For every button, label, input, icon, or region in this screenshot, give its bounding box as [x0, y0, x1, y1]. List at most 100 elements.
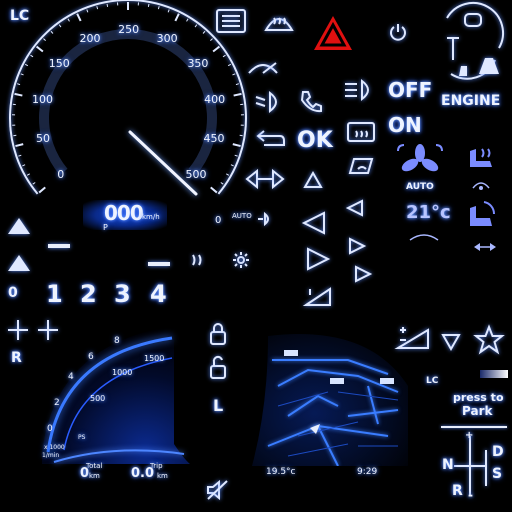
minor-tick — [106, 3, 109, 7]
sun-icon[interactable] — [232, 251, 250, 269]
speed-unit: km/h — [142, 213, 160, 221]
tach-tick-0: 0 — [47, 424, 53, 434]
mute-icon[interactable] — [205, 478, 231, 502]
speed-tick-label: 450 — [203, 132, 225, 146]
speed-tick-label: 250 — [118, 23, 140, 36]
minor-tick — [220, 182, 224, 185]
tach-tick-2: 2 — [54, 398, 60, 408]
light-auto-icon[interactable] — [256, 211, 272, 227]
major-tick — [14, 92, 23, 97]
speed-zero-label: 0 — [215, 215, 222, 226]
adjust-plus-minus-icon[interactable] — [394, 326, 430, 350]
shift-d[interactable]: D — [492, 444, 504, 460]
arrow-right-outline-icon[interactable] — [304, 246, 332, 272]
arrow-right-small-2-icon[interactable] — [352, 264, 374, 284]
fan-icon[interactable] — [394, 143, 446, 179]
drive-mode-icon[interactable] — [437, 1, 507, 83]
shift-r[interactable]: R — [452, 483, 463, 499]
minor-tick — [194, 24, 198, 28]
rear-defrost-icon[interactable] — [345, 120, 377, 144]
left-right-arrows-icon[interactable] — [245, 168, 285, 190]
headlight-high-icon[interactable] — [342, 78, 376, 102]
minor-tick — [30, 54, 34, 58]
gear-0[interactable]: 0 — [8, 285, 18, 301]
airflow-icon[interactable] — [472, 240, 498, 254]
minor-tick — [26, 173, 30, 176]
minor-tick — [50, 30, 54, 34]
incline-icon[interactable] — [302, 285, 332, 307]
lock-closed-icon[interactable] — [208, 322, 228, 346]
power-icon[interactable] — [388, 22, 408, 42]
plus-icon-1[interactable] — [6, 318, 30, 342]
menu-list-icon[interactable] — [215, 8, 247, 34]
seat-ventilation-icon[interactable] — [462, 200, 498, 230]
speed-tick-1500: 1500 — [144, 354, 165, 363]
status-off: OFF — [388, 78, 433, 102]
major-tick — [232, 143, 241, 148]
total-value: 0 — [80, 466, 90, 481]
park-lc-label: LC — [426, 376, 439, 386]
speed-tick-label: 100 — [32, 92, 54, 106]
major-tick — [233, 92, 242, 97]
speed-tick-label: 400 — [204, 92, 226, 106]
major-tick — [15, 143, 24, 148]
shift-s[interactable]: S — [492, 466, 502, 482]
ok-button[interactable]: OK — [297, 128, 333, 153]
seat-heat-icon[interactable] — [462, 145, 498, 171]
status-on: ON — [388, 113, 422, 137]
front-defrost-icon[interactable] — [262, 10, 296, 36]
minor-tick — [17, 83, 21, 86]
phone-icon[interactable] — [298, 88, 324, 114]
minor-tick — [226, 173, 230, 176]
arrow-up-icon[interactable] — [6, 216, 32, 236]
gear-3[interactable]: 3 — [114, 280, 131, 308]
gear-2[interactable]: 2 — [80, 280, 97, 308]
arrow-right-small-icon[interactable] — [346, 236, 368, 256]
back-icon[interactable] — [254, 125, 288, 151]
speed-tick-label: 200 — [79, 31, 101, 45]
eco-curve-icon[interactable] — [408, 230, 440, 242]
outside-temp: 19.5°c — [266, 467, 296, 477]
windshield-air-icon[interactable] — [346, 155, 376, 179]
arrow-left-outline-icon[interactable] — [300, 210, 328, 236]
arrow-left-small-icon[interactable] — [344, 198, 366, 218]
minor-tick — [230, 164, 234, 167]
digital-speed: 000 — [104, 201, 144, 225]
recirculation-icon[interactable] — [470, 178, 492, 192]
hazard-icon[interactable] — [312, 14, 354, 52]
engine-label: ENGINE — [441, 93, 501, 109]
speed-tick-label: 500 — [185, 167, 207, 181]
minor-tick — [234, 154, 238, 157]
minor-tick — [96, 6, 99, 10]
minor-tick — [18, 154, 22, 157]
minor-tick — [147, 3, 150, 7]
favorite-star-icon[interactable] — [473, 324, 505, 355]
park-gradient-bar — [480, 370, 508, 378]
wiper-icon[interactable] — [246, 55, 280, 81]
lock-open-icon[interactable] — [208, 355, 228, 380]
minor-tick — [22, 164, 26, 167]
major-tick — [35, 45, 44, 53]
minor-tick — [186, 18, 189, 22]
gear-4[interactable]: 4 — [150, 280, 167, 308]
headlight-low-icon[interactable] — [254, 90, 284, 114]
minor-tick — [167, 9, 170, 13]
gear-1[interactable]: 1 — [46, 280, 63, 308]
press-to-line1[interactable]: press to — [453, 391, 504, 404]
clock: 9:29 — [357, 467, 378, 477]
press-to-line2[interactable]: Park — [462, 404, 492, 418]
tach-tick-8: 8 — [114, 336, 120, 346]
speedometer-band — [39, 29, 217, 176]
climate-fog-icon[interactable] — [190, 252, 208, 268]
lock-l-label: L — [213, 396, 224, 415]
gear-indicator: P — [103, 223, 108, 232]
dash-indicator-1 — [48, 244, 70, 248]
shift-n[interactable]: N — [442, 457, 454, 473]
arrow-up-small-icon[interactable] — [302, 170, 324, 190]
arrow-down-outline-icon[interactable] — [440, 332, 462, 352]
arrow-up-2-icon[interactable] — [6, 253, 32, 273]
minor-tick — [202, 30, 206, 34]
major-tick — [210, 186, 218, 194]
major-tick — [174, 13, 180, 22]
major-tick — [212, 45, 221, 53]
